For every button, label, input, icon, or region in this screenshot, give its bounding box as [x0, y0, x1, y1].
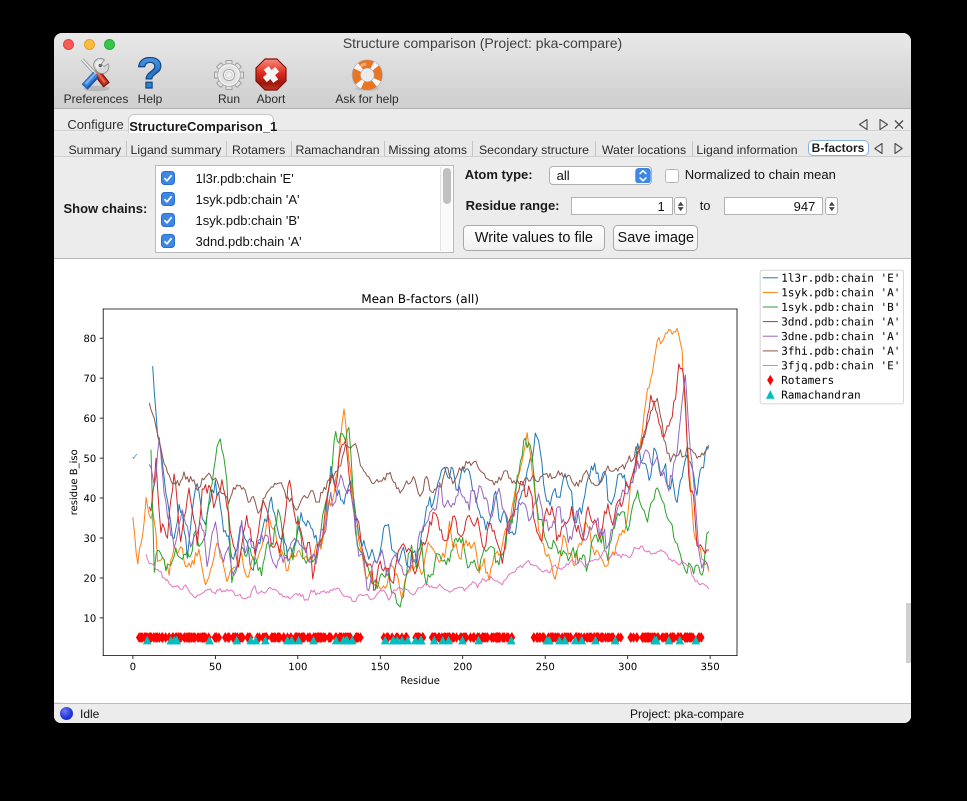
svg-text:?: ?	[137, 57, 164, 93]
